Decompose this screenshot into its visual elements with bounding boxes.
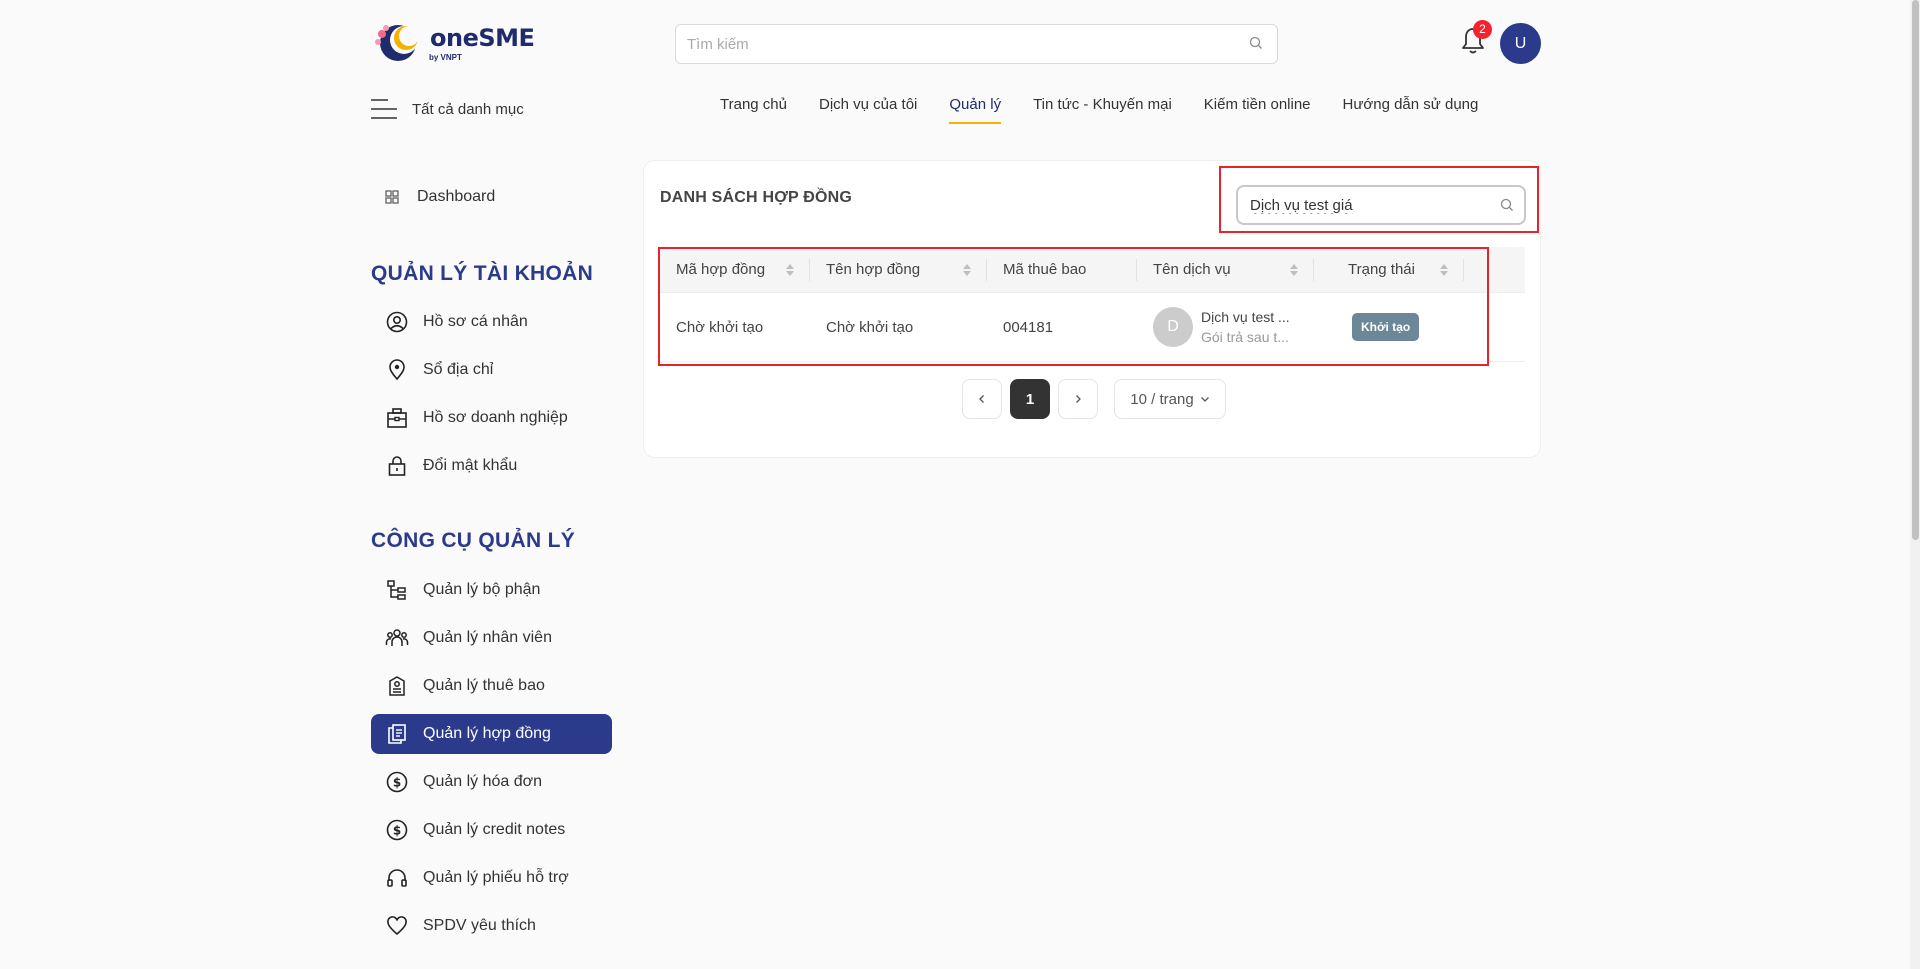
page-scrollbar-thumb[interactable] — [1912, 0, 1919, 540]
sidebar-item-label: Hồ sơ cá nhân — [423, 313, 528, 330]
sidebar-item-favorites[interactable]: SPDV yêu thích — [371, 906, 612, 946]
search-icon[interactable] — [1249, 36, 1263, 50]
svg-text:$: $ — [393, 824, 401, 838]
page-size-select[interactable]: 10 / trang — [1114, 379, 1226, 419]
documents-icon — [388, 724, 406, 744]
pagination: 1 10 / trang — [962, 379, 1226, 419]
sidebar-item-departments[interactable]: Quản lý bộ phận — [371, 570, 612, 610]
global-search[interactable] — [675, 24, 1278, 64]
dollar-circle-icon: $ — [386, 819, 408, 841]
lock-icon — [388, 456, 406, 476]
sidebar-item-credit-notes[interactable]: $ Quản lý credit notes — [371, 810, 612, 850]
sidebar-item-label: Đổi mật khẩu — [423, 457, 518, 474]
sidebar-item-business-profile[interactable]: Hồ sơ doanh nghiệp — [371, 398, 612, 438]
highlight-table-box — [658, 247, 1489, 366]
svg-text:$: $ — [393, 776, 401, 790]
sidebar-item-employees[interactable]: Quản lý nhân viên — [371, 618, 612, 658]
all-categories-label: Tất cả danh mục — [412, 100, 524, 118]
grid-icon — [385, 190, 399, 204]
nav-user-guide[interactable]: Hướng dẫn sử dụng — [1343, 96, 1479, 124]
nav-home[interactable]: Trang chủ — [720, 96, 787, 124]
sidebar-item-support-tickets[interactable]: Quản lý phiếu hỗ trợ — [371, 858, 612, 898]
nav-management[interactable]: Quản lý — [949, 96, 1001, 124]
location-pin-icon — [389, 359, 405, 381]
next-page-button[interactable] — [1058, 379, 1098, 419]
sidebar-item-label: Quản lý bộ phận — [423, 581, 541, 598]
chevron-right-icon — [1076, 395, 1081, 403]
sidebar-item-label: Quản lý thuê bao — [423, 677, 545, 694]
sidebar-item-label: SPDV yêu thích — [423, 917, 536, 934]
sidebar-item-contracts[interactable]: Quản lý hợp đồng — [371, 714, 612, 754]
onesme-logo[interactable]: oneSME by VNPT — [372, 20, 535, 66]
dollar-circle-icon: $ — [386, 771, 408, 793]
section-account-management: QUẢN LÝ TÀI KHOẢN — [371, 262, 594, 285]
people-icon — [385, 629, 409, 646]
sidebar-item-address-book[interactable]: Sổ địa chỉ — [371, 350, 612, 390]
highlight-search-box — [1219, 166, 1539, 233]
sidebar-item-subscriptions[interactable]: Quản lý thuê bao — [371, 666, 612, 706]
section-management-tools: CÔNG CỤ QUẢN LÝ — [371, 529, 575, 552]
page-button-current[interactable]: 1 — [1010, 379, 1050, 419]
sidebar-item-personal-profile[interactable]: Hồ sơ cá nhân — [371, 302, 612, 342]
chevron-down-icon — [1200, 397, 1209, 402]
nav-my-services[interactable]: Dịch vụ của tôi — [819, 96, 917, 124]
nav-earn-online[interactable]: Kiếm tiền online — [1204, 96, 1311, 124]
all-categories-menu[interactable]: Tất cả danh mục — [370, 95, 540, 123]
sidebar-item-label: Quản lý phiếu hỗ trợ — [423, 869, 569, 886]
sidebar-item-change-password[interactable]: Đổi mật khẩu — [371, 446, 612, 486]
sidebar-item-label: Quản lý nhân viên — [423, 629, 552, 646]
headset-icon — [387, 869, 407, 887]
sidebar-item-label: Sổ địa chỉ — [423, 361, 494, 378]
heart-icon — [387, 916, 407, 936]
sidebar-item-label: Dashboard — [417, 188, 496, 205]
nav-news-promotions[interactable]: Tin tức - Khuyến mại — [1033, 96, 1172, 124]
logo-mark-icon — [375, 25, 419, 61]
chevron-left-icon — [979, 395, 984, 403]
hamburger-menu-icon — [371, 99, 397, 119]
sidebar-item-label: Quản lý hóa đơn — [423, 773, 543, 790]
sidebar-item-label: Quản lý credit notes — [423, 821, 566, 838]
briefcase-icon — [387, 408, 407, 428]
global-search-input[interactable] — [676, 25, 1216, 63]
subscription-icon — [389, 676, 405, 696]
logo-byline: by VNPT — [429, 53, 462, 62]
main-nav: Trang chủ Dịch vụ của tôi Quản lý Tin tứ… — [720, 96, 1478, 126]
page-title: DANH SÁCH HỢP ĐỒNG — [660, 189, 853, 206]
hierarchy-icon — [387, 580, 406, 600]
prev-page-button[interactable] — [962, 379, 1002, 419]
user-circle-icon — [386, 311, 408, 333]
sidebar-item-label: Quản lý hợp đồng — [423, 725, 551, 742]
logo-wordmark: oneSME — [430, 24, 535, 52]
sidebar-item-invoices[interactable]: $ Quản lý hóa đơn — [371, 762, 612, 802]
sidebar-item-dashboard[interactable]: Dashboard — [385, 188, 495, 206]
sidebar-item-label: Hồ sơ doanh nghiệp — [423, 409, 568, 426]
notification-count-badge: 2 — [1473, 20, 1492, 39]
user-avatar[interactable]: U — [1500, 23, 1541, 64]
